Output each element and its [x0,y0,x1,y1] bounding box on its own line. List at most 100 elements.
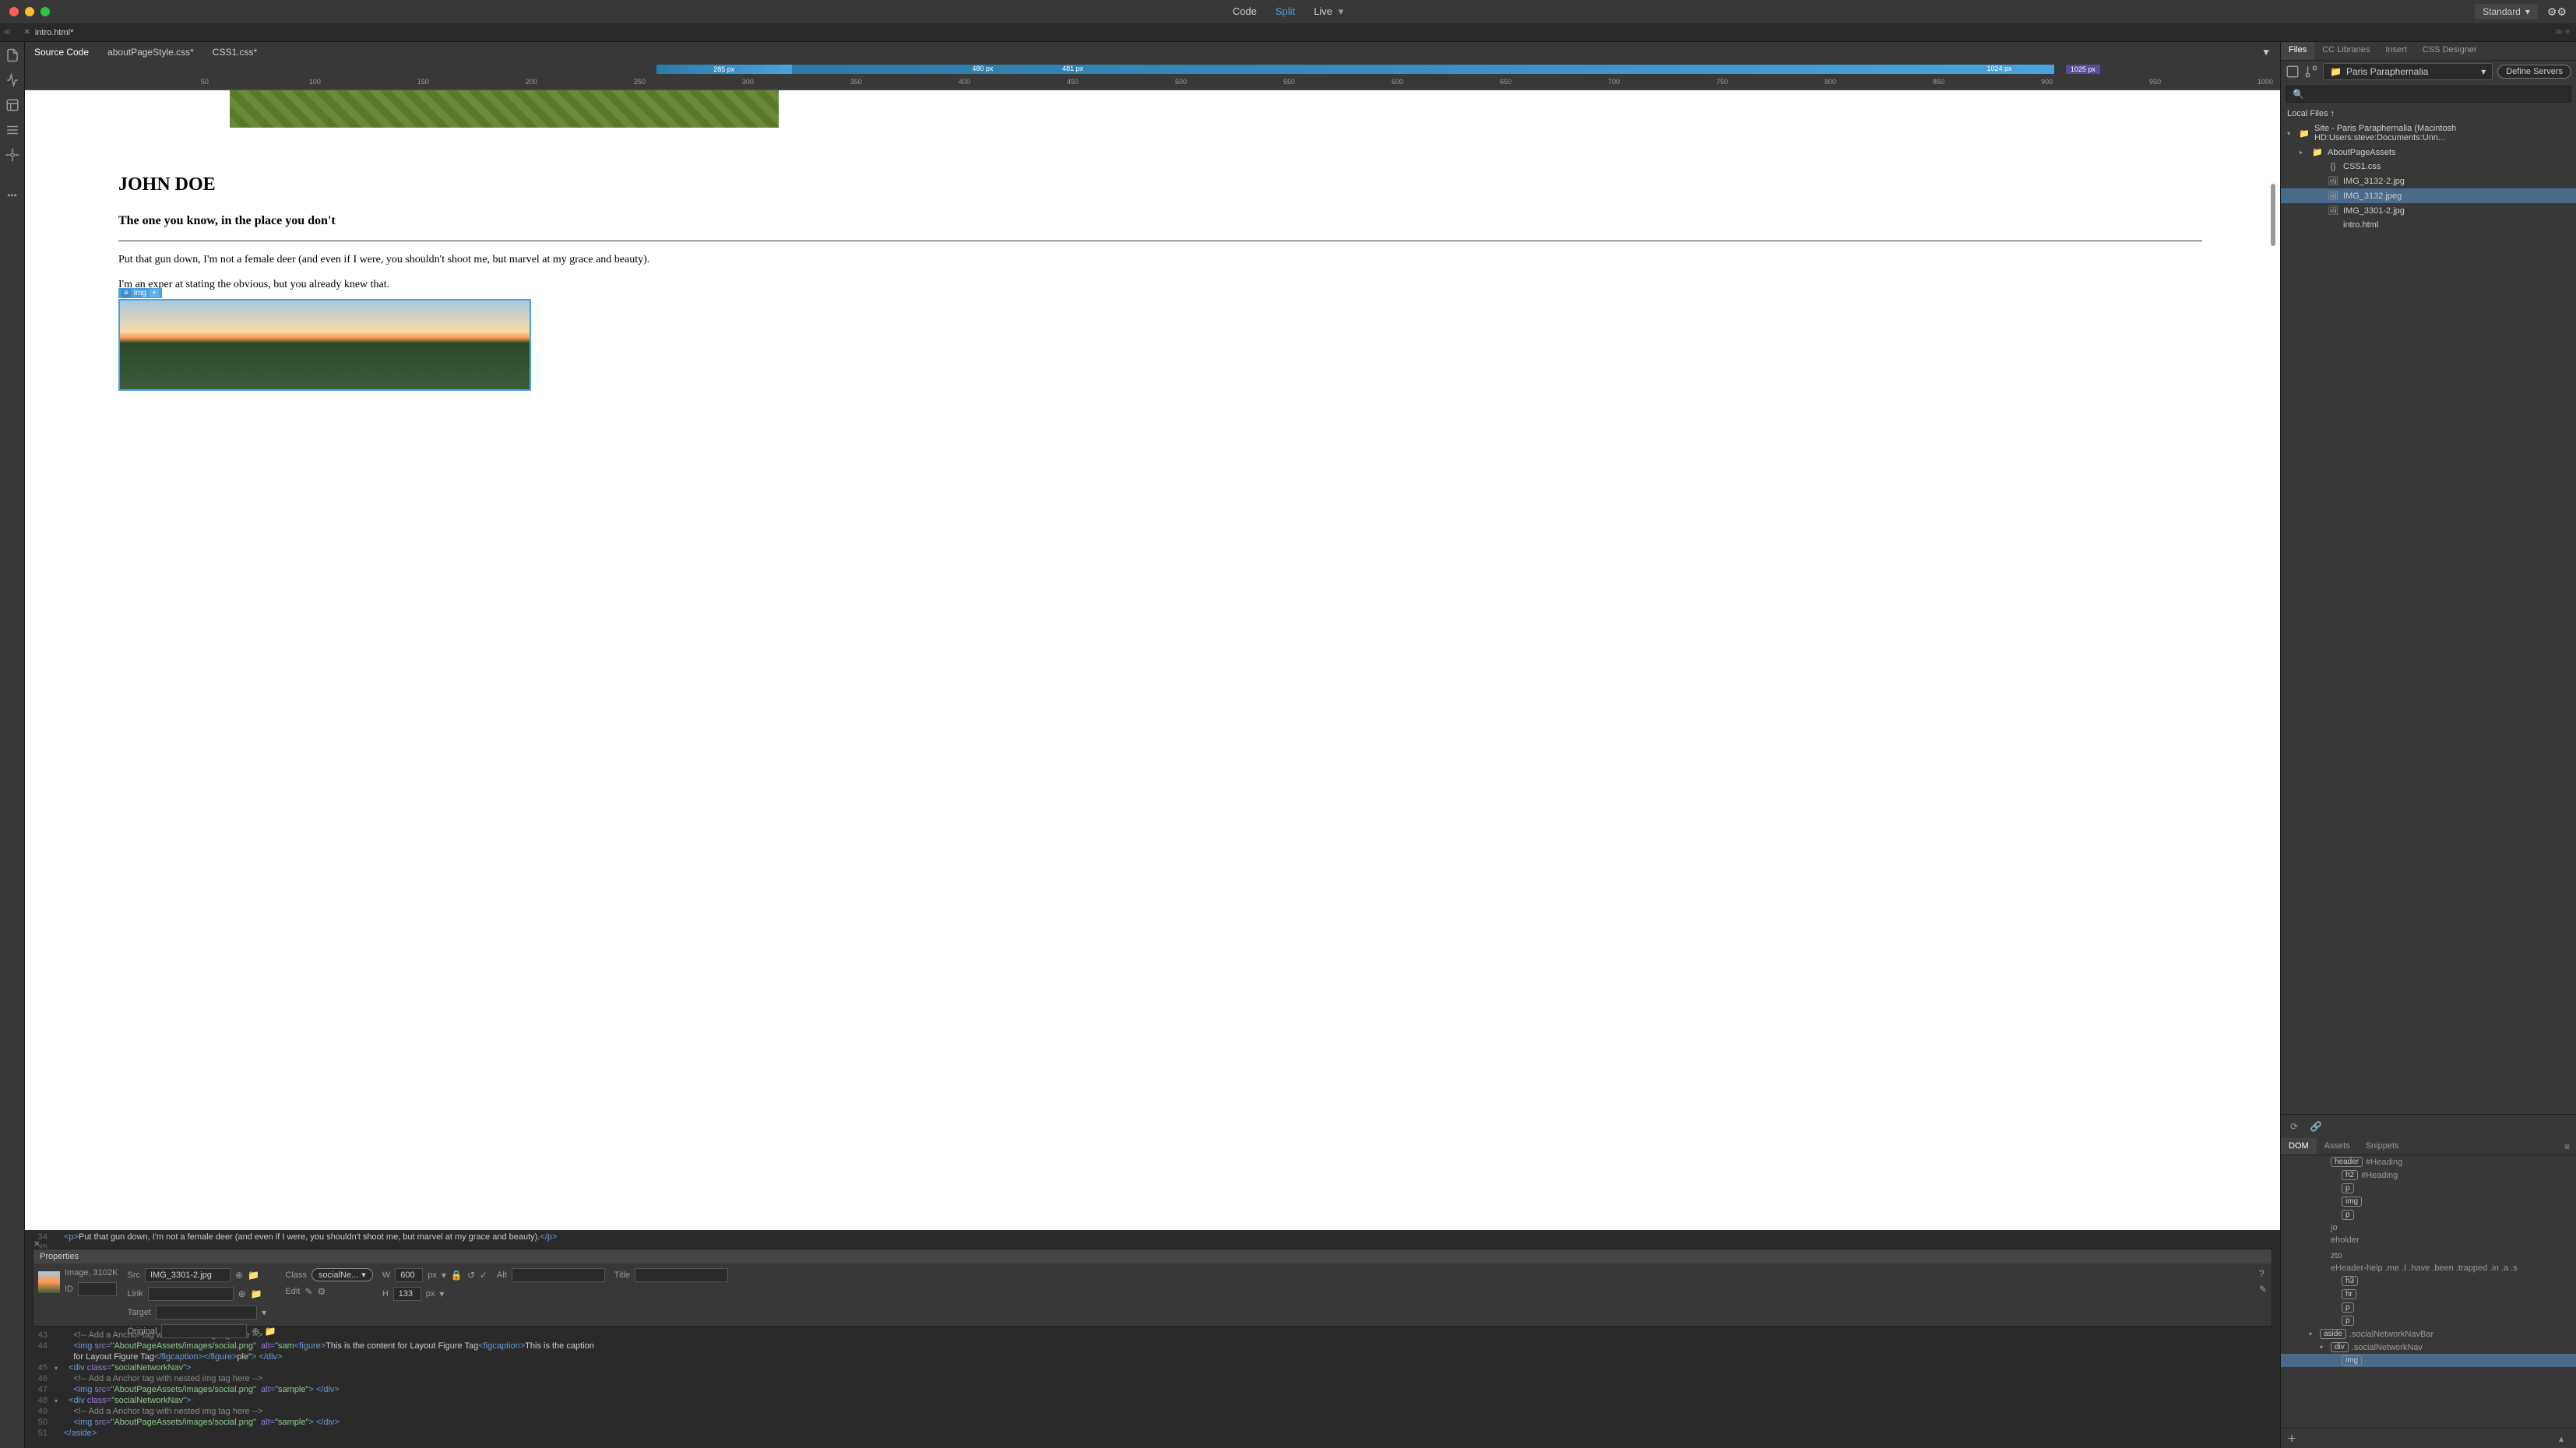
file-tab-intro[interactable]: ✕ intro.html* [14,25,83,40]
dom-row[interactable]: ▾div.socialNetworkNav [2281,1341,2576,1354]
edit-pencil-icon[interactable]: ✎ [304,1286,312,1297]
view-mode-live[interactable]: Live ▾ [1314,5,1343,18]
link-input[interactable] [148,1287,234,1301]
breakpoint-bar[interactable]: 285 px 480 px 481 px 1024 px 1025 px [25,62,2280,76]
code-editor[interactable]: 34 35 36 37 38 ▸39 ▸40 41 42 ▸43 44 45 ▾… [25,1230,2280,1448]
site-root-row[interactable]: ▾ 📁 Site - Paris Paraphernalia (Macintos… [2281,121,2576,145]
ftp-log-icon[interactable] [2286,65,2300,79]
dom-row[interactable]: p [2281,1182,2576,1195]
dom-row[interactable]: p [2281,1208,2576,1221]
filter-icon[interactable]: ▼ [2261,47,2280,58]
minimize-window-button[interactable] [25,7,34,16]
more-icon[interactable]: ••• [5,188,19,202]
tree-row[interactable]: 🖼IMG_3132-2.jpg [2281,174,2576,188]
browse-folder-icon[interactable]: 📁 [248,1270,259,1281]
dom-row[interactable]: h3 [2281,1274,2576,1288]
panel-menu-icon[interactable]: ≡ [2558,1138,2576,1155]
selected-image-wrapper[interactable]: ≡ img + [118,299,2202,391]
dom-row[interactable]: img [2281,1195,2576,1208]
dom-row[interactable]: header#Heading [2281,1155,2576,1169]
chevron-down-icon[interactable]: ▾ [442,1270,446,1281]
git-icon[interactable] [2304,65,2318,79]
id-input[interactable] [78,1282,117,1296]
quick-edit-icon[interactable]: ✎ [2259,1284,2267,1295]
file-panel-icon[interactable] [5,48,19,62]
tab-insert[interactable]: Insert [2377,42,2415,60]
dom-row[interactable]: ▾aside.socialNetworkNavBar [2281,1327,2576,1341]
tree-row[interactable]: ▸📁AboutPageAssets [2281,145,2576,160]
edit-settings-icon[interactable]: ⚙ [317,1286,326,1297]
dom-row[interactable]: img [2281,1354,2576,1367]
tab-cc-libraries[interactable]: CC Libraries [2314,42,2377,60]
extract-icon[interactable] [5,98,19,112]
breakpoint-285[interactable]: 285 px [656,65,792,74]
alt-input[interactable] [512,1268,605,1282]
dom-row[interactable]: p [2281,1314,2576,1327]
browse-folder-icon[interactable]: 📁 [264,1326,276,1337]
chevron-down-icon[interactable]: ▾ [439,1288,444,1299]
add-element-icon[interactable]: + [150,289,159,297]
target-input[interactable] [156,1306,257,1320]
site-selector[interactable]: 📁 Paris Paraphernalia ▾ [2323,63,2493,80]
tab-overflow-icon[interactable]: ≫ ≡ [2555,28,2576,37]
maximize-window-button[interactable] [40,7,50,16]
dom-row[interactable]: hr [2281,1288,2576,1301]
define-servers-button[interactable]: Define Servers [2497,65,2571,79]
commit-size-icon[interactable]: ✓ [480,1270,487,1281]
tab-snippets[interactable]: Snippets [2358,1138,2407,1155]
caret-down-icon[interactable]: ▾ [2287,130,2294,137]
browse-folder-icon[interactable]: 📁 [251,1288,262,1299]
height-input[interactable] [393,1287,421,1301]
tree-row[interactable]: 🖼IMG_3132.jpeg [2281,188,2576,203]
properties-header[interactable]: Properties [33,1249,2272,1263]
width-input[interactable] [395,1268,423,1282]
link-icon[interactable]: 🔗 [2309,1119,2323,1133]
refresh-icon[interactable]: ⟳ [2287,1119,2301,1133]
settings-icon[interactable] [5,148,19,162]
view-mode-split[interactable]: Split [1276,5,1295,18]
related-file-css1[interactable]: CSS1.css* [213,47,257,58]
chevron-down-icon[interactable]: ▾ [262,1307,266,1318]
title-input[interactable] [635,1268,728,1282]
live-preview[interactable]: JOHN DOE The one you know, in the place … [25,90,2280,1230]
dom-row[interactable]: eholder [2281,1234,2576,1246]
breakpoint-1025[interactable]: 1025 px [2066,65,2100,74]
src-input[interactable] [145,1268,231,1282]
dom-row[interactable]: jo [2281,1221,2576,1234]
reset-size-icon[interactable]: ↺ [467,1270,475,1281]
add-element-button[interactable]: ＋ [2287,1432,2296,1445]
help-icon[interactable]: ? [2259,1268,2267,1279]
file-search[interactable]: 🔍 [2286,86,2571,103]
tree-row[interactable]: 🖼IMG_3301-2.jpg [2281,203,2576,218]
dom-row[interactable]: h2#Heading [2281,1169,2576,1182]
local-files-header[interactable]: Local Files ↑ [2281,106,2576,121]
lock-icon[interactable]: 🔒 [451,1270,463,1281]
class-selector[interactable]: socialNe... ▾ [311,1268,373,1281]
sync-settings-icon[interactable]: ⚙⚙ [2547,5,2567,19]
close-window-button[interactable] [9,7,19,16]
manage-sites-icon[interactable] [5,73,19,87]
related-file-source[interactable]: Source Code [34,47,89,58]
view-mode-code[interactable]: Code [1233,5,1257,18]
tab-assets[interactable]: Assets [2317,1138,2358,1155]
scrollbar[interactable] [2271,184,2275,246]
tab-dom[interactable]: DOM [2281,1138,2317,1155]
tree-row[interactable]: {}CSS1.css [2281,160,2576,174]
list-icon[interactable] [5,123,19,137]
sunset-image[interactable] [118,299,531,391]
scroll-up-icon[interactable]: ▴ [2559,1433,2570,1444]
close-properties-icon[interactable]: ✕ [33,1240,40,1249]
original-input[interactable] [161,1324,247,1338]
point-to-file-icon[interactable]: ⊕ [252,1326,259,1337]
element-tag-label[interactable]: ≡ img + [118,288,162,298]
dom-row[interactable]: p [2281,1301,2576,1314]
point-to-file-icon[interactable]: ⊕ [238,1288,246,1299]
dom-row[interactable]: zto [2281,1249,2576,1262]
tab-css-designer[interactable]: CSS Designer [2415,42,2485,60]
drag-handle-icon[interactable]: ≡ [121,289,131,297]
point-to-file-icon[interactable]: ⊕ [235,1270,243,1281]
tree-row[interactable]: intro.html [2281,218,2576,232]
tab-scroll-icon[interactable]: ≪ [0,28,14,37]
workspace-selector[interactable]: Standard ▾ [2475,4,2538,19]
tab-files[interactable]: Files [2281,42,2314,60]
